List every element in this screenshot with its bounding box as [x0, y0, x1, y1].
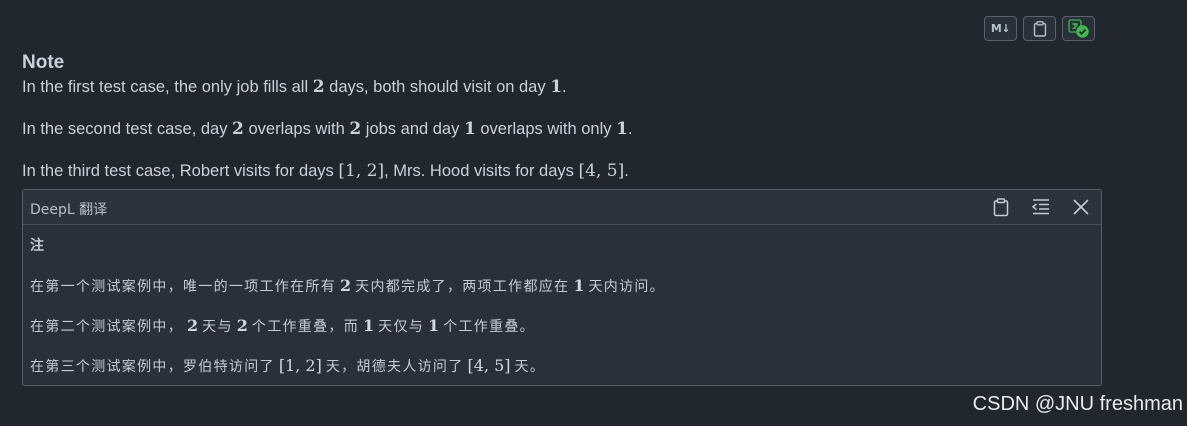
- translation-text: 个工作重叠。: [443, 319, 535, 335]
- note-text: days, both should visit on day: [324, 78, 551, 96]
- math-value: 2: [349, 119, 362, 139]
- translate-check-icon: [1067, 18, 1089, 38]
- math-interval: [4, 5]: [578, 161, 625, 181]
- note-heading: Note: [22, 52, 65, 73]
- close-icon: [1073, 199, 1089, 215]
- math-value: 1: [363, 316, 375, 335]
- math-value: 1: [550, 77, 563, 97]
- translation-text: 天内都完成了，两项工作都应在: [355, 279, 570, 295]
- note-text: overlaps with only: [475, 120, 617, 138]
- math-value: 2: [312, 77, 325, 97]
- math-value: 1: [573, 276, 585, 295]
- translation-line-2: 在第二个测试案例中， 2 天与 2 个工作重叠，而 1 天仅与 1 个工作重叠。: [30, 316, 535, 336]
- note-text: In the second test case, day: [22, 120, 233, 138]
- note-text: jobs and day: [361, 120, 464, 138]
- note-text: In the third test case, Robert visits fo…: [22, 162, 339, 180]
- note-text: .: [624, 162, 629, 180]
- translation-text: 天，胡德夫人访问了: [325, 359, 464, 375]
- translation-line-1: 在第一个测试案例中，唯一的一项工作在所有 2 天内都完成了，两项工作都应在 1 天内访问…: [30, 276, 665, 296]
- translation-text: 天与: [202, 319, 233, 335]
- note-text: overlaps with: [243, 120, 350, 138]
- math-value: 2: [340, 276, 352, 295]
- translation-heading: 注: [30, 238, 46, 254]
- deepl-translation-panel: DeepL 翻译 注 在第一个测试案例中，唯一的一项工作在所有 2 天内都完成了，两…: [22, 189, 1102, 386]
- deepl-layout-button[interactable]: [1029, 196, 1053, 218]
- watermark: CSDN @JNU freshman: [972, 393, 1183, 415]
- math-value: 2: [236, 316, 248, 335]
- translate-button[interactable]: [1062, 16, 1095, 41]
- translation-text: 个工作重叠，而: [251, 319, 359, 335]
- translation-text: 天仅与: [378, 319, 425, 335]
- math-value: 1: [616, 119, 628, 139]
- markdown-icon: M↓: [990, 22, 1011, 35]
- deepl-title: DeepL 翻译: [30, 202, 108, 218]
- deepl-content: 注 在第一个测试案例中，唯一的一项工作在所有 2 天内都完成了，两项工作都应在 1 天内…: [23, 225, 1101, 385]
- note-text: In the first test case, the only job fil…: [22, 78, 313, 96]
- math-interval: [1, 2]: [278, 356, 322, 375]
- math-value: 1: [463, 119, 476, 139]
- math-interval: [4, 5]: [467, 356, 511, 375]
- deepl-header: DeepL 翻译: [23, 190, 1101, 225]
- note-text: , Mrs. Hood visits for days: [384, 162, 579, 180]
- copy-button[interactable]: [1023, 16, 1056, 41]
- note-text: .: [627, 120, 633, 138]
- problem-toolbar: M↓: [984, 16, 1095, 41]
- deepl-copy-button[interactable]: [989, 196, 1013, 218]
- clipboard-icon: [993, 197, 1009, 216]
- note-paragraph-3: In the third test case, Robert visits fo…: [22, 161, 629, 181]
- note-paragraph-1: In the first test case, the only job fil…: [22, 77, 567, 97]
- translation-text: 天。: [514, 359, 546, 375]
- translation-text: 天内访问。: [588, 279, 665, 295]
- markdown-button[interactable]: M↓: [984, 16, 1017, 41]
- translation-text: 在第二个测试案例中，: [30, 319, 183, 335]
- note-paragraph-2: In the second test case, day 2 overlaps …: [22, 119, 633, 139]
- note-text: .: [562, 78, 567, 96]
- indent-icon: [1031, 199, 1049, 215]
- clipboard-icon: [1033, 20, 1046, 37]
- deepl-close-button[interactable]: [1069, 196, 1093, 218]
- math-value: 2: [232, 119, 244, 139]
- translation-text: 在第三个测试案例中，罗伯特访问了: [30, 359, 275, 375]
- math-value: 1: [428, 316, 440, 335]
- translation-text: 在第一个测试案例中，唯一的一项工作在所有: [30, 279, 336, 295]
- translation-line-3: 在第三个测试案例中，罗伯特访问了 [1, 2] 天，胡德夫人访问了 [4, 5] 天。: [30, 356, 545, 376]
- math-interval: [1, 2]: [338, 161, 385, 181]
- math-value: 2: [187, 316, 199, 335]
